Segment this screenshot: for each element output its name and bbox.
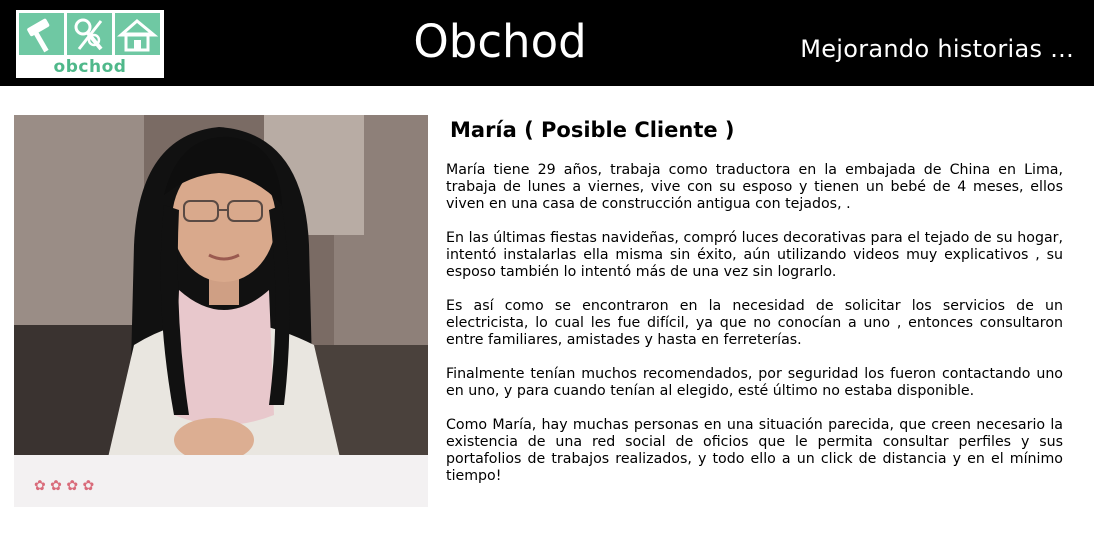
svg-text:✿ ✿ ✿ ✿: ✿ ✿ ✿ ✿ bbox=[34, 478, 94, 494]
tools-icon bbox=[67, 13, 112, 55]
story-paragraph: María tiene 29 años, trabaja como traduc… bbox=[446, 162, 1063, 212]
story-body: María tiene 29 años, trabaja como traduc… bbox=[446, 162, 1063, 485]
site-title: Obchod bbox=[413, 15, 587, 68]
hammer-icon bbox=[19, 13, 64, 55]
house-icon bbox=[115, 13, 160, 55]
story-section: María ( Posible Cliente ) María tiene 29… bbox=[446, 112, 1063, 502]
site-logo[interactable]: obchod bbox=[16, 10, 164, 78]
header-bar: obchod Obchod Mejorando historias ... bbox=[0, 0, 1094, 86]
tagline: Mejorando historias ... bbox=[800, 35, 1074, 63]
story-paragraph: En las últimas fiestas navideñas, compró… bbox=[446, 230, 1063, 280]
woman-portrait-photo: ✿ ✿ ✿ ✿ bbox=[14, 115, 428, 507]
story-paragraph: Como María, hay muchas personas en una s… bbox=[446, 417, 1063, 484]
logo-wordmark: obchod bbox=[53, 57, 127, 77]
story-title: María ( Posible Cliente ) bbox=[450, 118, 735, 142]
story-paragraph: Es así como se encontraron en la necesid… bbox=[446, 298, 1063, 348]
story-paragraph: Finalmente tenían muchos recomendados, p… bbox=[446, 366, 1063, 399]
